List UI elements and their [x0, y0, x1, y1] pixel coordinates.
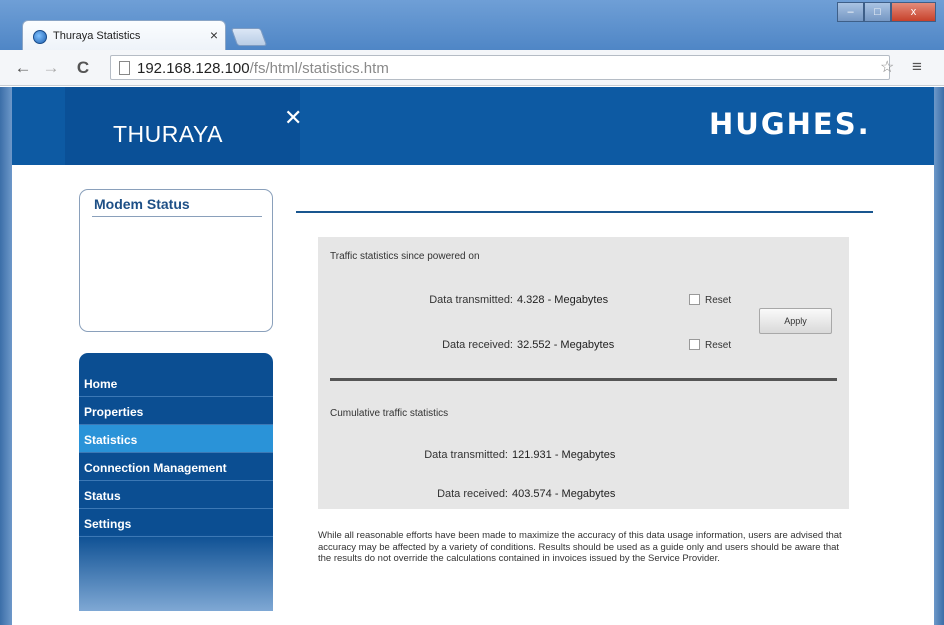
cumulative-rx-label: Data received:	[437, 488, 508, 500]
modem-status-title: Modem Status	[94, 196, 190, 212]
reset-rx-checkbox[interactable]	[689, 339, 700, 350]
section-divider	[330, 378, 837, 381]
header-banner: THURAYA ✕ HUGHES.	[12, 87, 934, 165]
url-text: 192.168.128.100/fs/html/statistics.htm	[137, 60, 389, 77]
statistics-panel: Traffic statistics since powered on Data…	[318, 237, 849, 509]
tab-title: Thuraya Statistics	[53, 30, 141, 42]
reset-tx-checkbox[interactable]	[689, 294, 700, 305]
nav-item-home[interactable]: Home	[79, 369, 273, 397]
thuraya-logo: THURAYA	[113, 121, 223, 147]
apply-button[interactable]: Apply	[759, 308, 832, 334]
bookmark-star-icon[interactable]: ☆	[880, 57, 894, 77]
tx-value: 4.328 - Megabytes	[517, 294, 609, 306]
back-button[interactable]: ←	[12, 58, 34, 78]
page-edge-right	[934, 87, 944, 625]
hughes-logo: HUGHES.	[709, 107, 871, 141]
forward-button[interactable]: →	[40, 58, 62, 78]
browser-tab[interactable]: Thuraya Statistics ×	[22, 20, 226, 50]
window-controls: – □ x	[837, 2, 936, 22]
globe-favicon-icon	[33, 30, 47, 44]
accuracy-disclaimer: While all reasonable efforts have been m…	[318, 530, 842, 564]
sidebar-nav: Home Properties Statistics Connection Ma…	[79, 353, 273, 611]
thuraya-star-icon: ✕	[284, 105, 303, 130]
modem-status-divider	[92, 216, 262, 217]
banner-logo-area: THURAYA ✕	[65, 87, 303, 165]
rx-value: 32.552 - Megabytes	[517, 339, 615, 351]
cumulative-heading: Cumulative traffic statistics	[330, 408, 449, 419]
reset-rx-label: Reset	[705, 340, 732, 351]
powered-on-heading: Traffic statistics since powered on	[330, 251, 480, 262]
close-window-button[interactable]: x	[891, 2, 936, 22]
maximize-button[interactable]: □	[864, 2, 891, 22]
nav-item-connection-management[interactable]: Connection Management	[79, 453, 273, 481]
tx-label: Data transmitted:	[429, 294, 513, 306]
cumulative-tx-value: 121.931 - Megabytes	[512, 449, 616, 461]
content-top-rule	[296, 211, 873, 213]
chrome-menu-icon[interactable]: ≡	[912, 57, 922, 77]
minimize-button[interactable]: –	[837, 2, 864, 22]
url-host: 192.168.128.100	[137, 60, 250, 77]
window-titlebar: Thuraya Statistics × – □ x	[0, 0, 944, 50]
address-bar[interactable]: 192.168.128.100/fs/html/statistics.htm	[110, 55, 890, 80]
reload-button[interactable]: C	[72, 58, 94, 78]
tab-close-icon[interactable]: ×	[207, 27, 221, 43]
new-tab-button[interactable]	[230, 28, 268, 46]
browser-toolbar: ← → C 192.168.128.100/fs/html/statistics…	[0, 50, 944, 86]
nav-item-statistics[interactable]: Statistics	[79, 425, 273, 453]
rx-label: Data received:	[442, 339, 513, 351]
nav-item-settings[interactable]: Settings	[79, 509, 273, 537]
reset-tx-label: Reset	[705, 295, 732, 306]
cumulative-tx-label: Data transmitted:	[424, 449, 508, 461]
page-icon	[119, 61, 130, 75]
url-path: /fs/html/statistics.htm	[249, 60, 389, 77]
nav-item-properties[interactable]: Properties	[79, 397, 273, 425]
nav-item-status[interactable]: Status	[79, 481, 273, 509]
page-edge-left	[0, 87, 12, 625]
modem-status-box: Modem Status	[79, 189, 273, 332]
cumulative-rx-value: 403.574 - Megabytes	[512, 488, 616, 500]
